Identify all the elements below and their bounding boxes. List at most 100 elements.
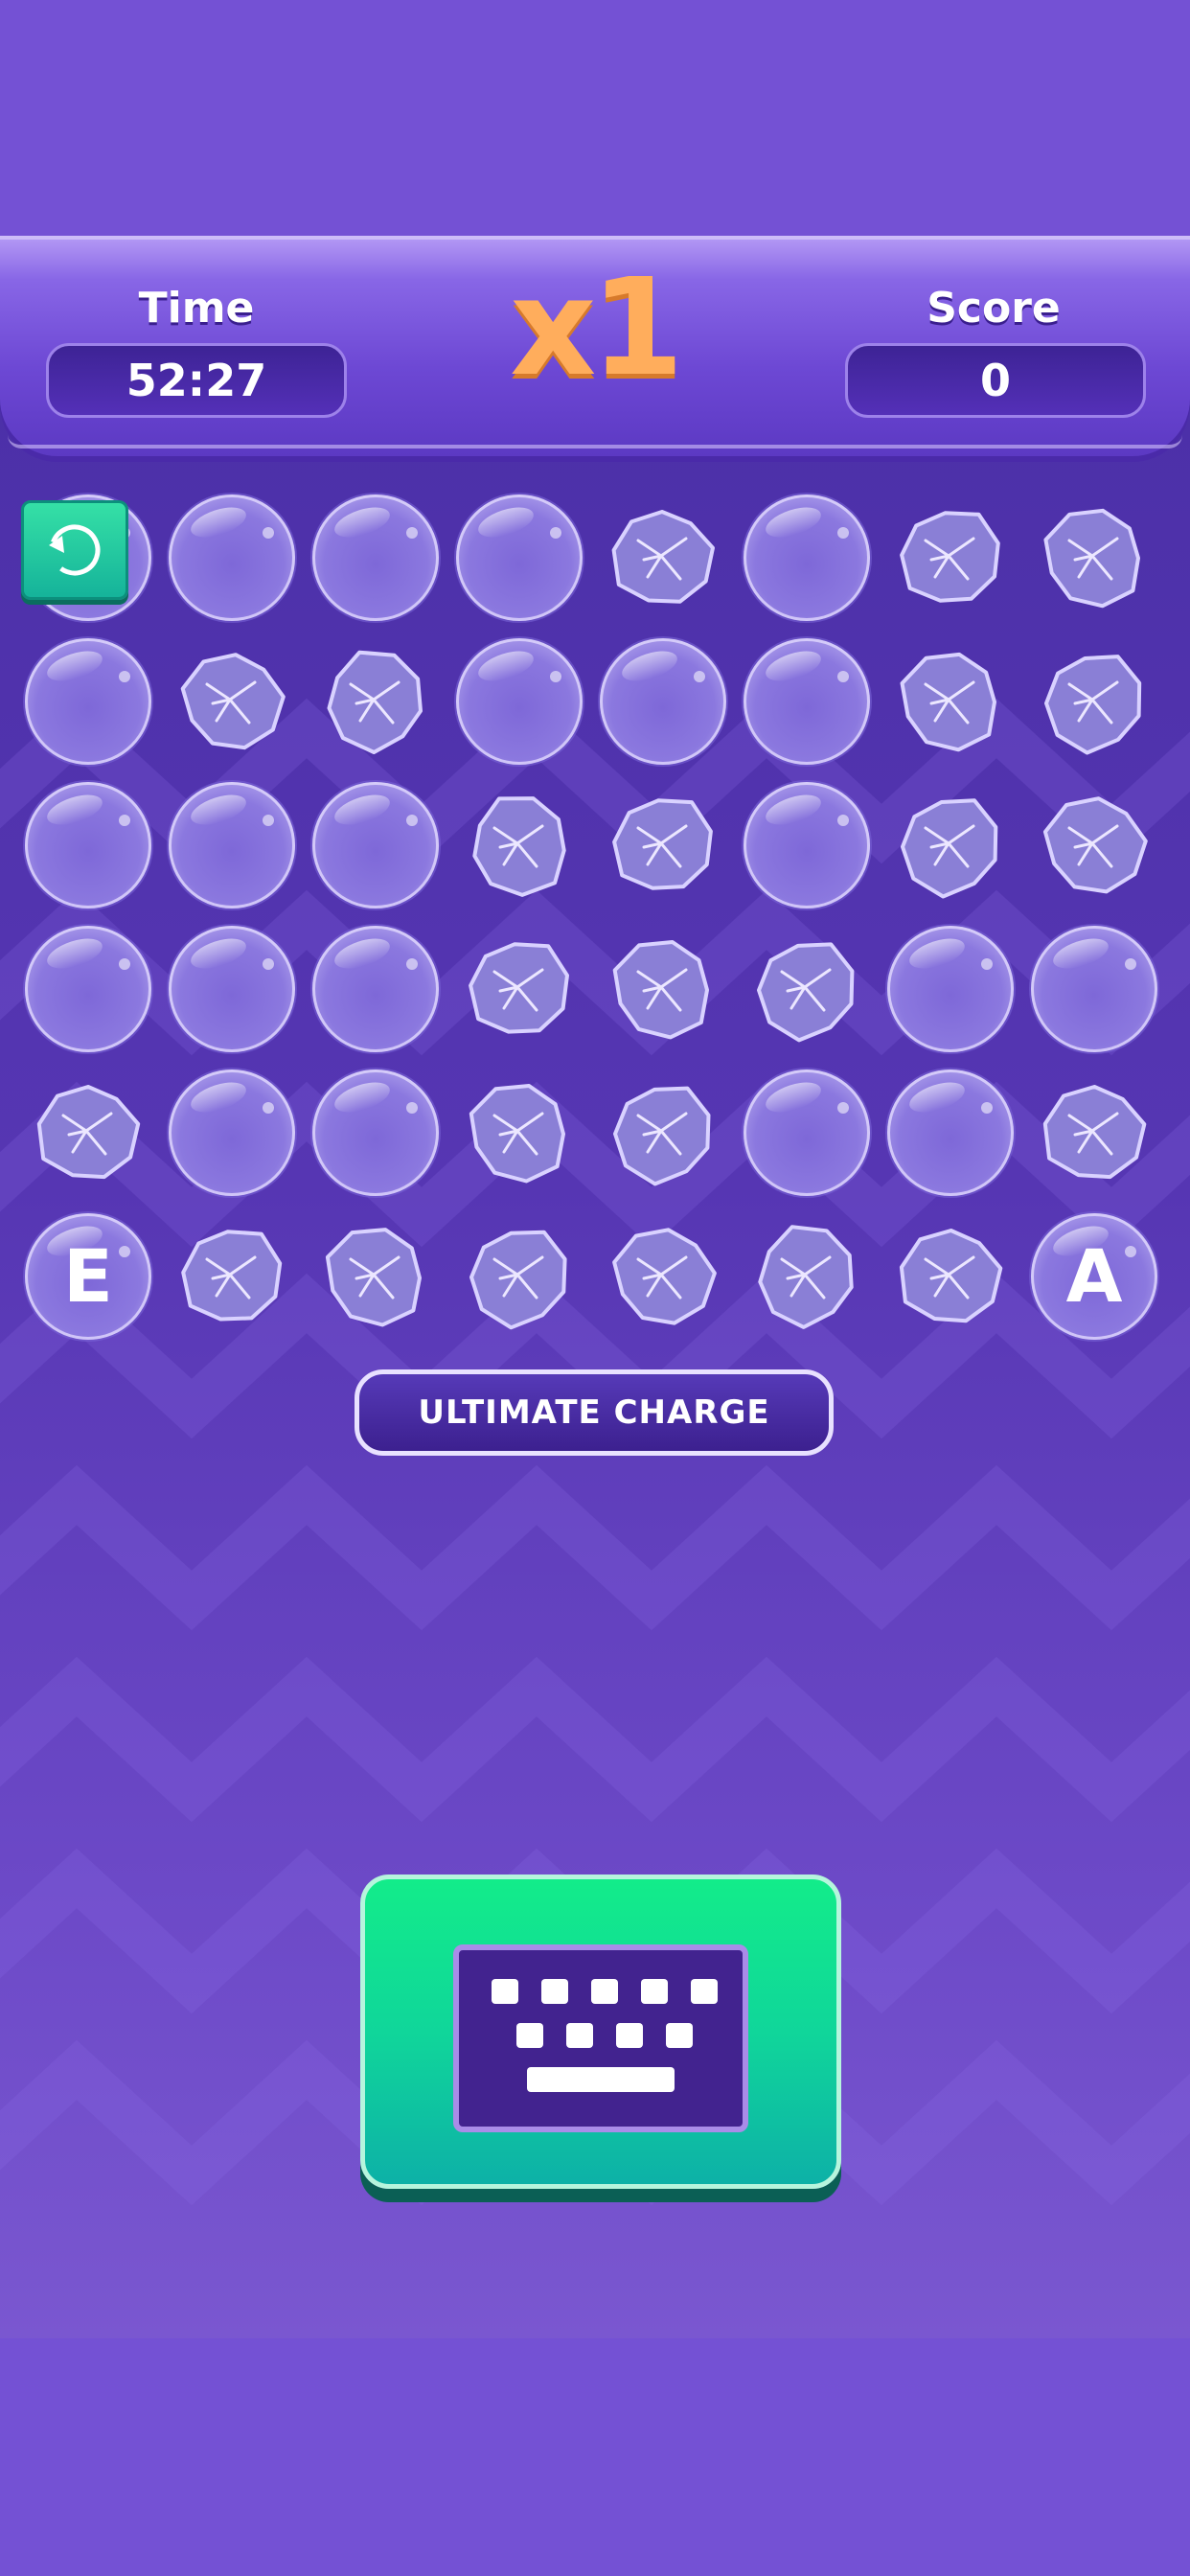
bubble-icon (744, 1070, 870, 1196)
key-icon (666, 2023, 693, 2048)
rock-icon (611, 510, 715, 604)
rock-icon (613, 1086, 711, 1186)
bubble[interactable] (167, 924, 297, 1054)
score-label: Score (927, 284, 1061, 333)
rock-icon (899, 1229, 1003, 1323)
time-label: Time (138, 284, 255, 333)
bubble-icon (887, 1070, 1014, 1196)
bubble[interactable] (310, 1068, 441, 1198)
bubble[interactable] (1029, 924, 1159, 1054)
bubble-board: EA (0, 479, 1190, 1342)
rock-icon (757, 942, 855, 1043)
bubble[interactable] (310, 780, 441, 910)
rock-tile (885, 1211, 1016, 1342)
zigzag-stripe (0, 1656, 1190, 1823)
key-icon (492, 1979, 518, 2004)
rock-tile (1029, 1068, 1159, 1198)
bubble[interactable] (310, 493, 441, 623)
rock-icon (758, 1225, 854, 1329)
rock-tile (454, 780, 584, 910)
bubble-icon (744, 494, 870, 621)
rock-tile (885, 636, 1016, 767)
bubble-icon (169, 494, 295, 621)
bubble-icon (169, 1070, 295, 1196)
letter-bubble[interactable]: A (1029, 1211, 1159, 1342)
bubble[interactable] (167, 1068, 297, 1198)
bubble[interactable] (742, 1068, 872, 1198)
rock-icon (469, 1084, 565, 1184)
bubble[interactable] (885, 924, 1016, 1054)
bubble[interactable] (454, 636, 584, 767)
rock-icon (1043, 508, 1140, 609)
rock-icon (901, 798, 998, 899)
rock-icon (900, 511, 1000, 603)
bubble-letter: A (1065, 1233, 1123, 1319)
rock-icon (612, 940, 709, 1040)
bubble-icon (600, 638, 726, 765)
bubble-icon (744, 782, 870, 908)
rock-icon (327, 650, 423, 754)
bubble[interactable] (742, 780, 872, 910)
key-icon (691, 1979, 718, 2004)
rock-icon (325, 1228, 422, 1327)
rock-tile (454, 1211, 584, 1342)
bubble-icon (312, 494, 439, 621)
bubble-icon (744, 638, 870, 765)
rock-tile (454, 1068, 584, 1198)
bubble[interactable] (23, 924, 153, 1054)
rock-tile (310, 636, 441, 767)
rock-tile (598, 780, 728, 910)
bubble[interactable] (23, 780, 153, 910)
bubble-letter: E (63, 1233, 113, 1319)
key-icon (566, 2023, 593, 2048)
rock-icon (1042, 796, 1148, 894)
bubble-icon: E (25, 1213, 151, 1340)
bubble[interactable] (598, 636, 728, 767)
rock-tile (1029, 493, 1159, 623)
spacebar-icon (527, 2067, 675, 2092)
score-value: 0 (845, 343, 1146, 418)
bubble[interactable] (742, 636, 872, 767)
bottom-background (0, 2338, 1190, 2576)
time-value: 52:27 (46, 343, 347, 418)
bubble[interactable] (454, 493, 584, 623)
rock-icon (180, 653, 286, 750)
rock-tile (598, 1068, 728, 1198)
key-icon (641, 1979, 668, 2004)
bubble-icon (169, 926, 295, 1052)
key-icon (591, 1979, 618, 2004)
bubble[interactable] (167, 493, 297, 623)
undo-icon (49, 524, 101, 576)
bubble-icon (312, 782, 439, 908)
letter-bubble[interactable]: E (23, 1211, 153, 1342)
rock-tile (454, 924, 584, 1054)
key-icon (616, 2023, 643, 2048)
bubble[interactable] (310, 924, 441, 1054)
rock-tile (598, 924, 728, 1054)
bubble[interactable] (167, 780, 297, 910)
bubble-icon (1031, 926, 1157, 1052)
rock-tile (1029, 636, 1159, 767)
rock-icon (469, 942, 569, 1034)
rock-tile (1029, 780, 1159, 910)
bubble[interactable] (885, 1068, 1016, 1198)
top-background (0, 0, 1190, 240)
rock-icon (612, 798, 713, 890)
rock-tile (885, 493, 1016, 623)
bubble-icon (25, 782, 151, 908)
undo-button[interactable] (21, 500, 128, 600)
score-multiplier: x1 (510, 250, 684, 406)
rock-tile (167, 1211, 297, 1342)
ultimate-charge-button[interactable]: ULTIMATE CHARGE (355, 1369, 834, 1456)
rock-tile (885, 780, 1016, 910)
rock-tile (167, 636, 297, 767)
bubble-icon: A (1031, 1213, 1157, 1340)
zigzag-stripe (0, 1464, 1190, 1631)
keyboard-icon (453, 1944, 748, 2132)
keyboard-button[interactable] (360, 1874, 841, 2189)
rock-icon (469, 1230, 567, 1330)
bubble[interactable] (23, 636, 153, 767)
rock-tile (598, 493, 728, 623)
bubble[interactable] (742, 493, 872, 623)
rock-icon (900, 652, 996, 752)
